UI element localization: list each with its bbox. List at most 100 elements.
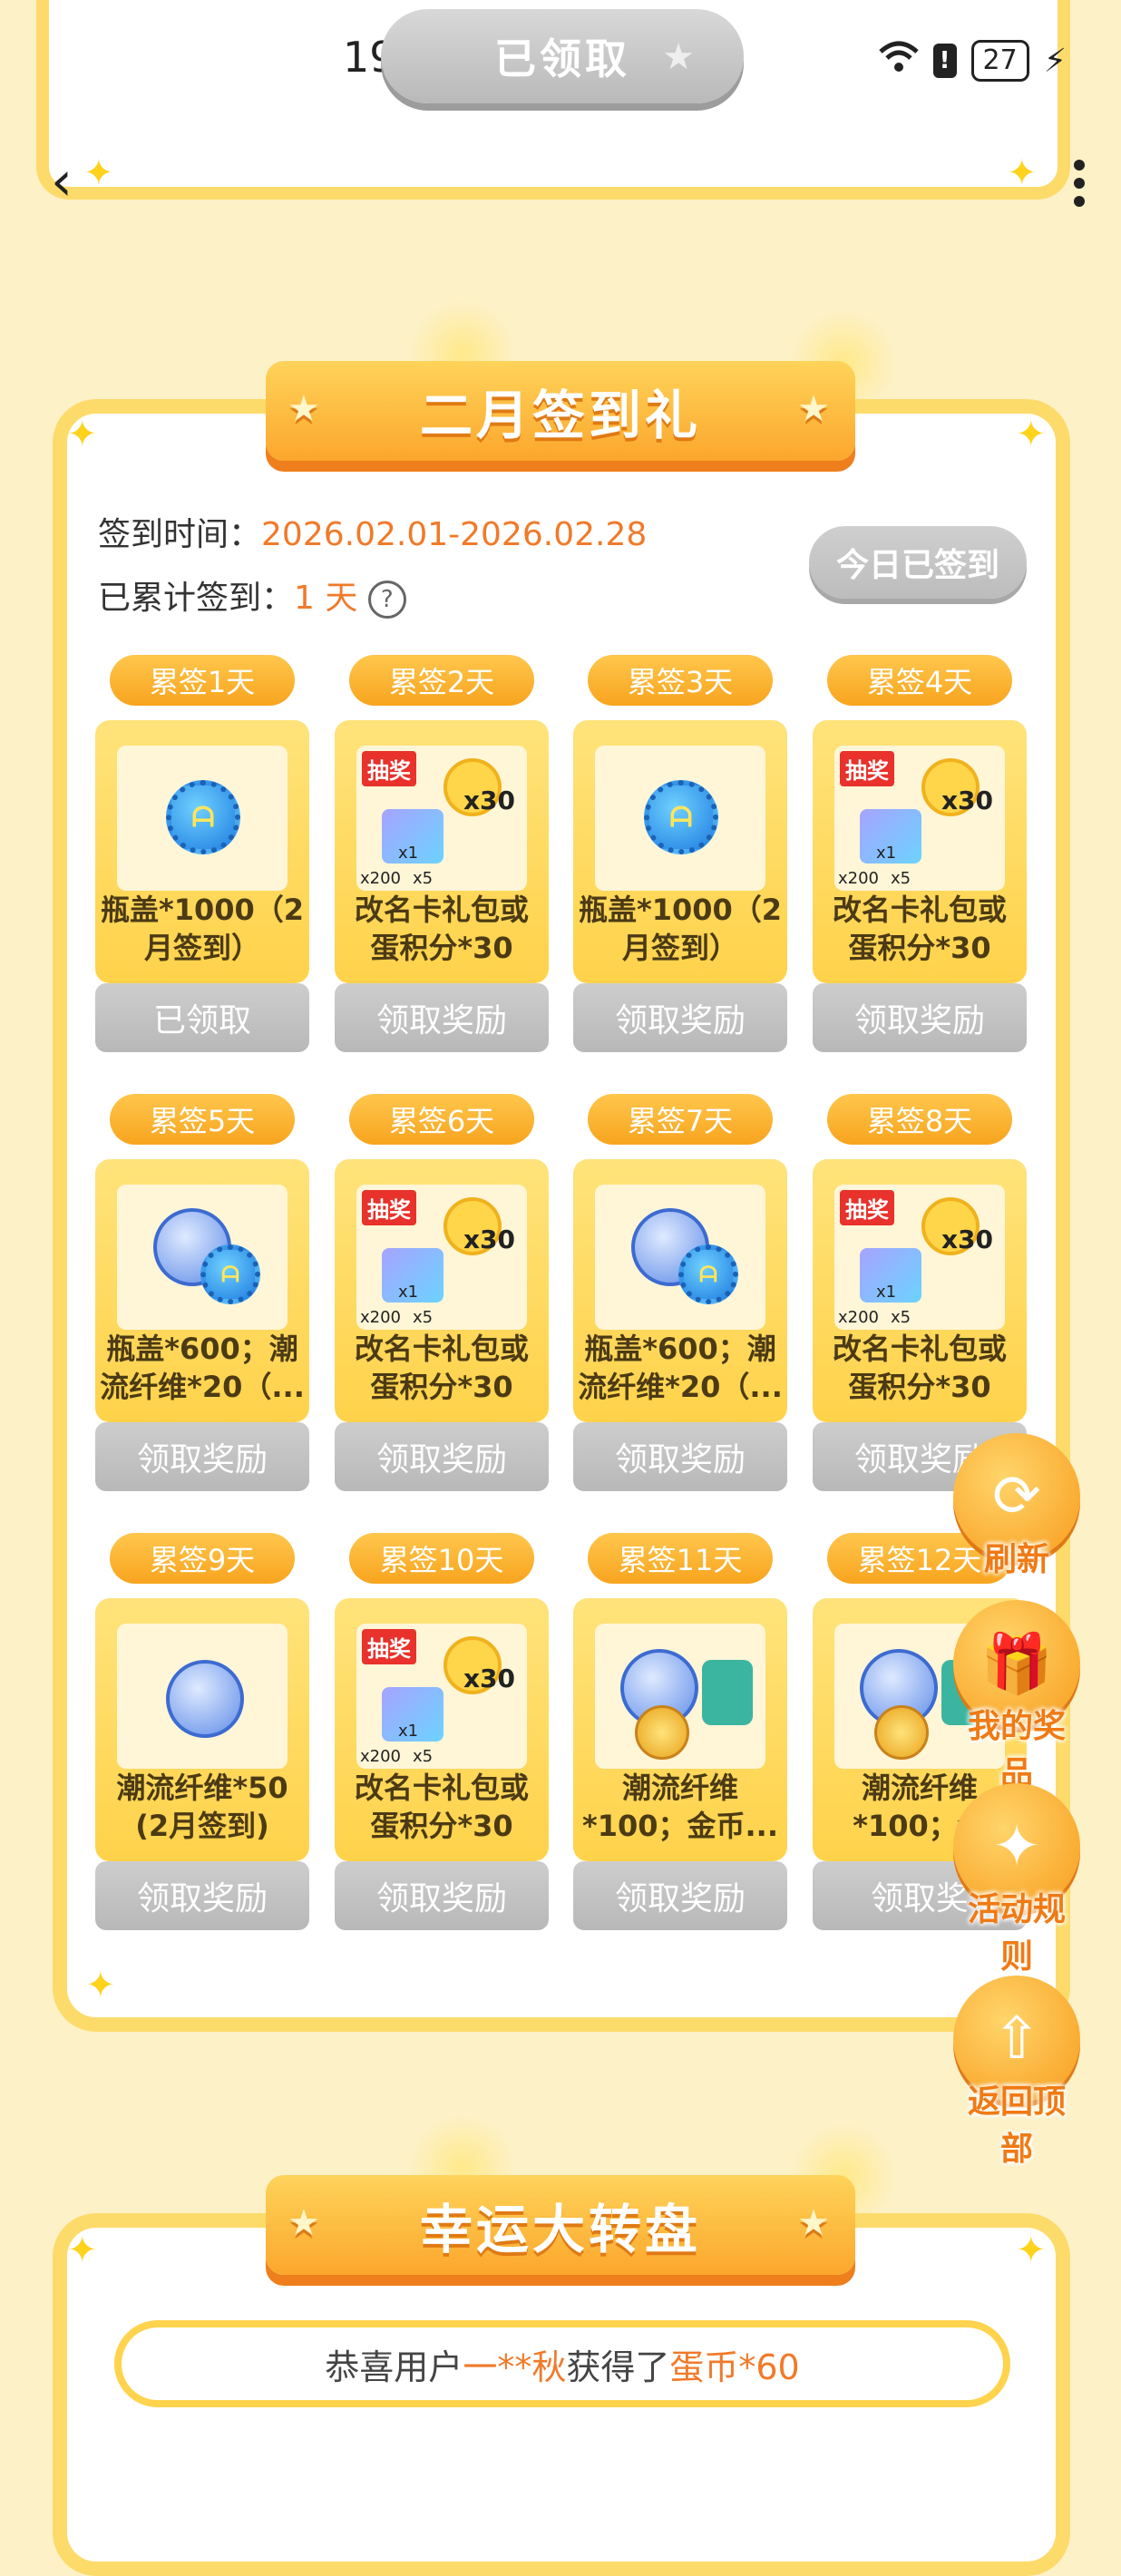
reward-tile[interactable]: 抽奖 x30 x1 x200 x5 改名卡礼包或 蛋积分*30 — [335, 1598, 549, 1861]
reward-tile[interactable]: 抽奖 x30 x1 x200 x5 改名卡礼包或 蛋积分*30 — [813, 720, 1027, 983]
fab-back-to-top[interactable]: ⇧ 返回顶部 — [952, 1976, 1081, 2170]
reward-tile[interactable]: ᗩ 瓶盖*1000（2 月签到） — [573, 720, 787, 983]
reward-image-frame: ᗩ — [595, 1185, 765, 1330]
sparkle-icon: ✦ — [83, 152, 114, 194]
claim-reward-button[interactable]: 领取奖励 — [335, 983, 549, 1052]
sparkle-icon: ✦ — [1007, 152, 1038, 194]
battery-indicator: 27 — [970, 40, 1029, 82]
reward-name: 潮流纤维*50 (2月签到) — [116, 1771, 288, 1843]
reward-name: 改名卡礼包或 蛋积分*30 — [832, 893, 1007, 965]
star-icon: ★ — [662, 36, 698, 78]
status-icons: ! 27 ⚡ — [878, 40, 1067, 82]
today-signed-button[interactable]: 今日已签到 — [809, 526, 1027, 599]
back-icon[interactable]: ‹ — [51, 154, 73, 209]
reward-image-frame — [117, 1624, 288, 1769]
multiplier-label: x30 — [941, 1225, 994, 1254]
day-tag: 累签11天 — [588, 1533, 773, 1584]
quantity-label: x5 — [413, 1747, 434, 1766]
reward-name: 改名卡礼包或 蛋积分*30 — [354, 1771, 529, 1843]
lottery-tag: 抽奖 — [362, 1629, 416, 1664]
day-tag: 累签10天 — [349, 1533, 534, 1584]
signin-time: 签到时间：2026.02.01-2026.02.28 — [98, 508, 647, 555]
quantity-label: x200 — [360, 1308, 402, 1327]
claim-reward-button[interactable]: 领取奖励 — [95, 1861, 309, 1930]
quantity-label: x1 — [398, 1722, 419, 1741]
reward-name: 瓶盖*1000（2 月签到） — [578, 893, 783, 965]
reward-name: 瓶盖*1000（2 月签到） — [100, 893, 305, 965]
reward-name: 改名卡礼包或 蛋积分*30 — [354, 893, 529, 965]
signin-count-value: 1 天 — [294, 580, 358, 617]
winner-ticker: 恭喜用户 一**秋 获得了 蛋币*60 — [114, 2320, 1010, 2407]
reward-tile[interactable]: 抽奖 x30 x1 x200 x5 改名卡礼包或 蛋积分*30 — [335, 1159, 549, 1422]
claim-reward-button[interactable]: 领取奖励 — [573, 1861, 787, 1930]
multiplier-label: x30 — [463, 1225, 516, 1254]
more-options-icon[interactable] — [1074, 160, 1085, 207]
sparkle-icon: ✦ — [1016, 414, 1047, 455]
signin-title: 二月签到礼 — [419, 385, 701, 446]
lottery-gift-icon: 抽奖 x30 x1 x200 x5 — [834, 746, 1005, 891]
bottle-cap-icon: ᗩ — [644, 780, 718, 854]
reward-tile[interactable]: 抽奖 x30 x1 x200 x5 改名卡礼包或 蛋积分*30 — [335, 720, 549, 983]
lottery-tag: 抽奖 — [362, 1190, 416, 1225]
reward-image-frame: ᗩ — [595, 746, 765, 891]
claim-reward-button[interactable]: 领取奖励 — [573, 1422, 787, 1491]
reward-name: 改名卡礼包或 蛋积分*30 — [832, 1332, 1007, 1404]
claim-reward-button[interactable]: 领取奖励 — [573, 983, 787, 1052]
signin-title-banner: ★ 二月签到礼 ★ — [266, 361, 855, 461]
lottery-tag: 抽奖 — [840, 1190, 894, 1225]
reward-tile[interactable]: 抽奖 x30 x1 x200 x5 改名卡礼包或 蛋积分*30 — [813, 1159, 1027, 1422]
fab-label: 我的奖品 — [967, 1708, 1066, 1792]
fab-gift[interactable]: 🎁 我的奖品 — [952, 1600, 1081, 1794]
claim-reward-button[interactable]: 领取奖励 — [335, 1861, 549, 1930]
quantity-label: x1 — [876, 844, 897, 863]
reward-tile[interactable]: 潮流纤维*50 (2月签到) — [95, 1598, 309, 1861]
lottery-gift-icon: 抽奖 x30 x1 x200 x5 — [356, 1185, 527, 1330]
reward-image-frame: ᗩ — [117, 1185, 288, 1330]
claim-reward-button[interactable]: 领取奖励 — [95, 1422, 309, 1491]
bottle-cap-icon: ᗩ — [678, 1244, 738, 1304]
reward-image-frame: 抽奖 x30 x1 x200 x5 — [834, 746, 1005, 891]
fab-label: 活动规则 — [967, 1891, 1066, 1976]
quantity-label: x1 — [398, 1283, 419, 1302]
reward-tile[interactable]: ᗩ 瓶盖*600；潮 流纤维*20（... — [573, 1159, 787, 1422]
claim-reward-button[interactable]: 领取奖励 — [813, 983, 1027, 1052]
fab-rules[interactable]: ✦ 活动规则 — [952, 1783, 1081, 1977]
reward-name: 改名卡礼包或 蛋积分*30 — [354, 1332, 529, 1404]
signin-count: 已累计签到：1 天 ? — [98, 571, 406, 619]
reward-tile[interactable]: ᗩ 瓶盖*1000（2 月签到） — [95, 720, 309, 983]
alert-icon: ! — [932, 44, 957, 78]
quantity-label: x5 — [413, 869, 434, 888]
fab-refresh[interactable]: ⟳ 刷新 — [952, 1433, 1081, 1580]
quantity-label: x1 — [876, 1283, 897, 1302]
quantity-label: x5 — [891, 1308, 911, 1327]
fab-label: 刷新 — [983, 1541, 1049, 1578]
day-tag: 累签1天 — [110, 655, 295, 706]
day-tag: 累签3天 — [588, 655, 773, 706]
day-tag: 累签4天 — [827, 655, 1012, 706]
wifi-icon — [878, 41, 919, 82]
info-icon[interactable]: ? — [367, 581, 406, 619]
gold-coin-icon — [635, 1705, 689, 1760]
signin-time-label: 签到时间： — [98, 516, 262, 553]
reward-tile[interactable]: ᗩ 瓶盖*600；潮 流纤维*20（... — [95, 1159, 309, 1422]
claim-reward-button[interactable]: 已领取 — [95, 983, 309, 1052]
gold-coin-icon — [874, 1705, 929, 1760]
lottery-tag: 抽奖 — [840, 751, 894, 786]
day-tag: 累签6天 — [349, 1094, 534, 1145]
star-icon: ★ — [288, 388, 324, 430]
charging-icon: ⚡ — [1043, 42, 1067, 80]
quantity-label: x200 — [360, 1747, 402, 1766]
bottle-cap-icon: ᗩ — [166, 780, 240, 854]
quantity-label: x1 — [398, 844, 419, 863]
reward-name: 瓶盖*600；潮 流纤维*20（... — [578, 1332, 783, 1404]
star-icon: ★ — [797, 2202, 833, 2244]
signin-time-value: 2026.02.01-2026.02.28 — [261, 516, 648, 553]
day-tag: 累签9天 — [110, 1533, 295, 1584]
quantity-label: x5 — [413, 1308, 434, 1327]
day-tag: 累签8天 — [827, 1094, 1012, 1145]
quantity-label: x5 — [891, 869, 911, 888]
reward-tile[interactable]: 潮流纤维 *100；金币... — [573, 1598, 787, 1861]
claim-reward-button[interactable]: 领取奖励 — [335, 1422, 549, 1491]
ticker-prize: 蛋币*60 — [669, 2347, 800, 2387]
reward-image-frame: ᗩ — [117, 746, 288, 891]
